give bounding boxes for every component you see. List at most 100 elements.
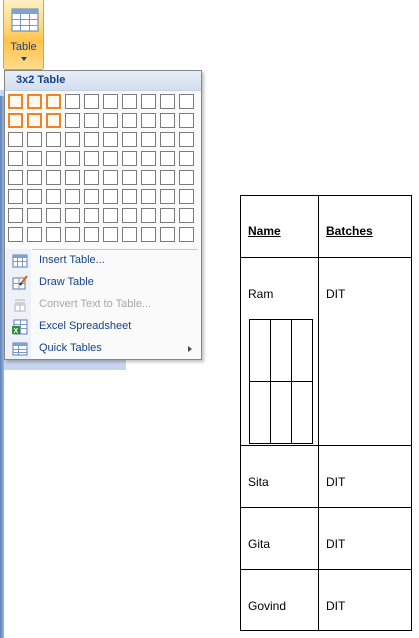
grid-cell[interactable] xyxy=(103,113,118,128)
grid-cell[interactable] xyxy=(179,170,194,185)
grid-cell[interactable] xyxy=(122,132,137,147)
grid-cell[interactable] xyxy=(46,94,61,109)
grid-cell[interactable] xyxy=(160,208,175,223)
grid-cell[interactable] xyxy=(27,151,42,166)
menu-item-insert-table[interactable]: Insert Table... xyxy=(6,250,200,272)
grid-cell[interactable] xyxy=(65,132,80,147)
grid-cell[interactable] xyxy=(160,94,175,109)
grid-cell[interactable] xyxy=(160,189,175,204)
header-batches: Batches xyxy=(326,224,373,238)
grid-cell[interactable] xyxy=(8,170,23,185)
grid-cell[interactable] xyxy=(103,151,118,166)
grid-cell[interactable] xyxy=(84,151,99,166)
grid-cell[interactable] xyxy=(103,94,118,109)
grid-cell[interactable] xyxy=(179,151,194,166)
grid-cell[interactable] xyxy=(122,151,137,166)
grid-cell[interactable] xyxy=(122,94,137,109)
grid-cell[interactable] xyxy=(8,208,23,223)
grid-cell[interactable] xyxy=(179,132,194,147)
grid-cell[interactable] xyxy=(27,189,42,204)
grid-cell[interactable] xyxy=(141,227,156,242)
grid-cell[interactable] xyxy=(84,132,99,147)
grid-cell[interactable] xyxy=(8,94,23,109)
grid-cell[interactable] xyxy=(65,170,80,185)
grid-cell[interactable] xyxy=(8,132,23,147)
cell-batch: DIT xyxy=(326,599,346,613)
cell-name: Gita xyxy=(248,537,271,551)
grid-cell[interactable] xyxy=(65,189,80,204)
grid-cell[interactable] xyxy=(141,113,156,128)
grid-cell[interactable] xyxy=(8,113,23,128)
grid-cell[interactable] xyxy=(141,151,156,166)
grid-cell[interactable] xyxy=(8,189,23,204)
grid-cell[interactable] xyxy=(8,151,23,166)
grid-cell[interactable] xyxy=(103,132,118,147)
grid-cell[interactable] xyxy=(122,189,137,204)
menu-item-label: Draw Table xyxy=(39,276,94,288)
grid-cell[interactable] xyxy=(27,113,42,128)
grid-cell[interactable] xyxy=(141,132,156,147)
grid-cell[interactable] xyxy=(141,208,156,223)
grid-cell[interactable] xyxy=(160,151,175,166)
grid-cell[interactable] xyxy=(103,189,118,204)
grid-cell[interactable] xyxy=(84,170,99,185)
grid-cell[interactable] xyxy=(27,132,42,147)
grid-cell[interactable] xyxy=(46,113,61,128)
grid-cell[interactable] xyxy=(46,151,61,166)
grid-cell[interactable] xyxy=(103,208,118,223)
grid-cell[interactable] xyxy=(84,94,99,109)
cell-name: Ram xyxy=(248,287,274,301)
grid-cell[interactable] xyxy=(141,94,156,109)
grid-cell[interactable] xyxy=(65,227,80,242)
grid-cell[interactable] xyxy=(160,132,175,147)
table-button[interactable]: Table xyxy=(3,0,44,70)
grid-cell[interactable] xyxy=(8,227,23,242)
grid-cell[interactable] xyxy=(84,208,99,223)
grid-cell[interactable] xyxy=(27,170,42,185)
grid-cell[interactable] xyxy=(160,227,175,242)
grid-cell[interactable] xyxy=(27,227,42,242)
menu-item-label: Insert Table... xyxy=(39,254,105,266)
grid-cell[interactable] xyxy=(65,94,80,109)
grid-cell[interactable] xyxy=(46,208,61,223)
grid-cell[interactable] xyxy=(65,151,80,166)
grid-cell[interactable] xyxy=(179,189,194,204)
grid-cell[interactable] xyxy=(65,208,80,223)
grid-cell[interactable] xyxy=(103,227,118,242)
grid-cell[interactable] xyxy=(179,227,194,242)
grid-cell[interactable] xyxy=(84,189,99,204)
table-size-grid[interactable] xyxy=(8,94,200,246)
grid-cell[interactable] xyxy=(160,170,175,185)
table-size-label: 3x2 Table xyxy=(16,74,66,86)
grid-cell[interactable] xyxy=(27,94,42,109)
cell-batch: DIT xyxy=(326,287,346,301)
grid-cell[interactable] xyxy=(179,94,194,109)
grid-cell[interactable] xyxy=(46,132,61,147)
grid-cell[interactable] xyxy=(84,113,99,128)
nested-table[interactable] xyxy=(249,319,313,444)
table-button-label: Table xyxy=(10,41,37,53)
row-divider xyxy=(241,257,411,258)
grid-cell[interactable] xyxy=(103,170,118,185)
grid-cell[interactable] xyxy=(122,208,137,223)
grid-cell[interactable] xyxy=(27,208,42,223)
grid-cell[interactable] xyxy=(122,113,137,128)
grid-cell[interactable] xyxy=(179,208,194,223)
grid-cell[interactable] xyxy=(84,227,99,242)
menu-item-draw-table[interactable]: Draw Table xyxy=(6,272,200,294)
menu-item-excel-spreadsheet[interactable]: X Excel Spreadsheet xyxy=(6,316,200,338)
grid-cell[interactable] xyxy=(141,189,156,204)
grid-cell[interactable] xyxy=(46,189,61,204)
grid-cell[interactable] xyxy=(122,227,137,242)
grid-cell[interactable] xyxy=(65,113,80,128)
grid-cell[interactable] xyxy=(46,227,61,242)
grid-cell[interactable] xyxy=(179,113,194,128)
menu-item-label: Convert Text to Table... xyxy=(39,298,152,310)
menu-item-quick-tables[interactable]: Quick Tables xyxy=(6,338,200,360)
document-table[interactable]: Name Batches Ram DIT Sita DIT Gita DIT G… xyxy=(240,195,412,631)
grid-cell[interactable] xyxy=(141,170,156,185)
grid-cell[interactable] xyxy=(160,113,175,128)
grid-cell[interactable] xyxy=(122,170,137,185)
grid-cell[interactable] xyxy=(46,170,61,185)
column-divider xyxy=(318,196,319,630)
